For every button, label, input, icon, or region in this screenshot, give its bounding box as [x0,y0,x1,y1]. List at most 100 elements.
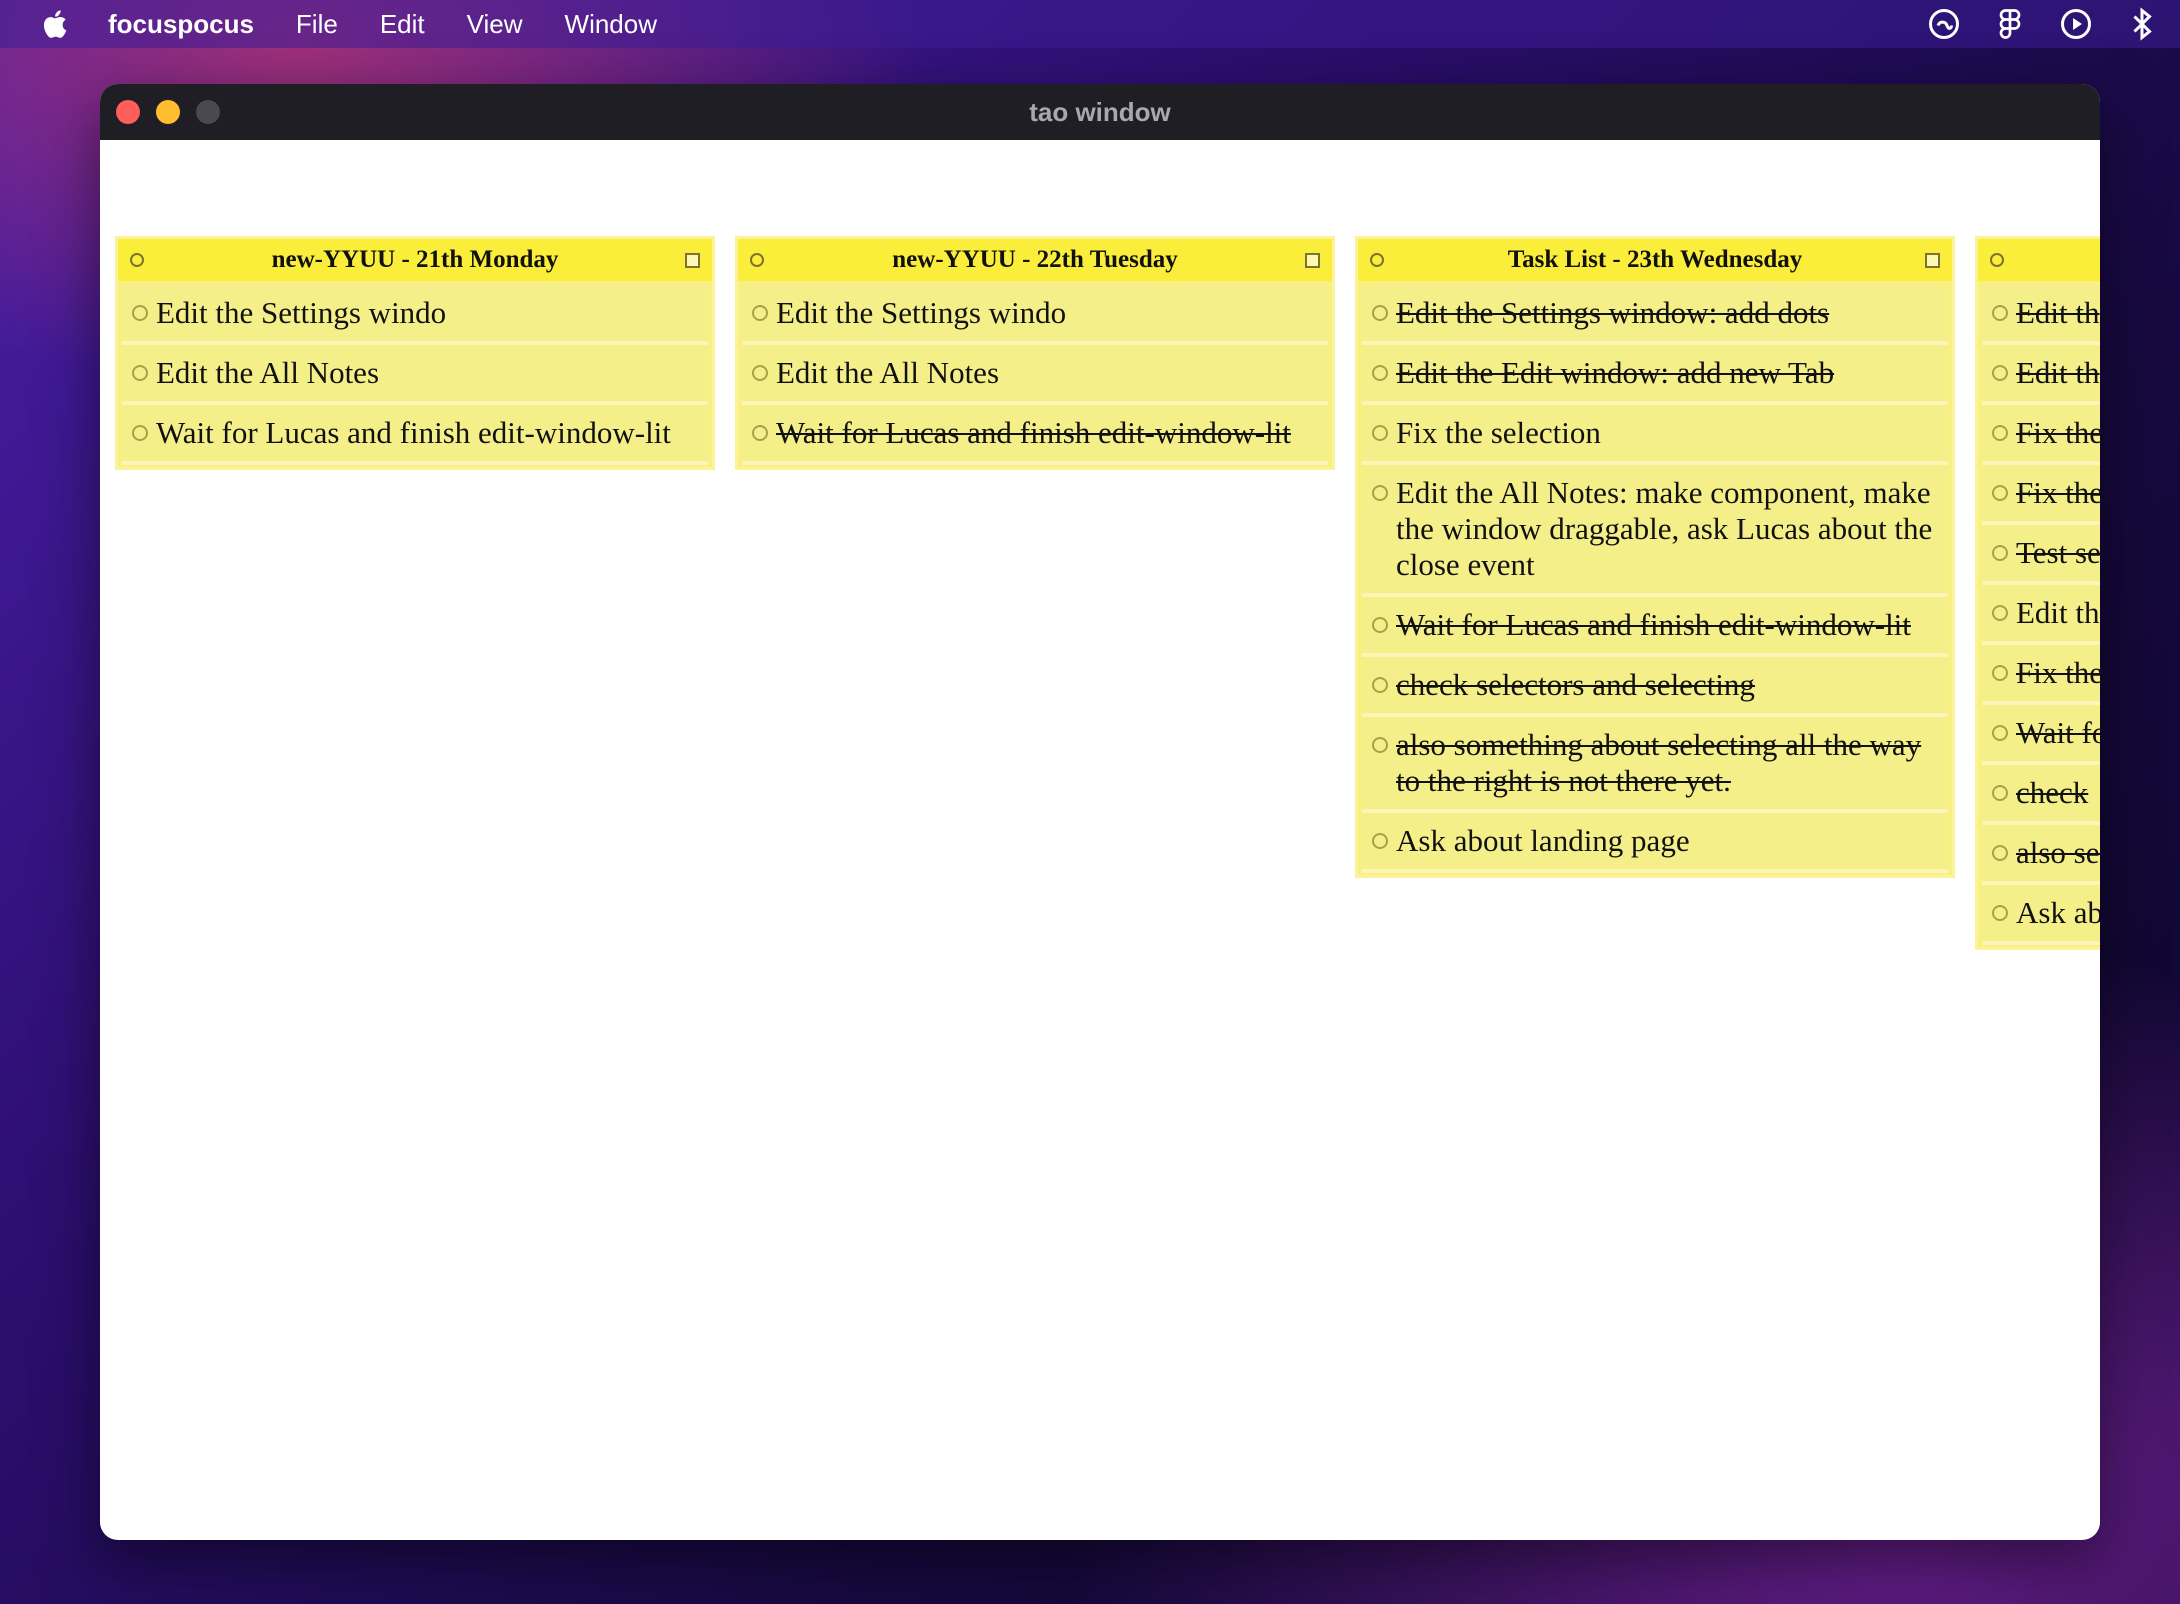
menu-bar: focuspocus File Edit View Window [0,0,2180,48]
task-circle-icon[interactable] [1992,425,2008,441]
status-icons [1926,6,2160,42]
task-item[interactable]: Edit th [1982,285,2100,345]
task-circle-icon[interactable] [1992,785,2008,801]
list-header: new-YYUU - 21th Monday [118,239,712,281]
task-item[interactable]: check selectors and selecting [1362,657,1948,717]
task-circle-icon[interactable] [1372,617,1388,633]
task-circle-icon[interactable] [1992,665,2008,681]
play-icon[interactable] [2058,6,2094,42]
task-circle-icon[interactable] [1992,305,2008,321]
list-title[interactable]: new-YYUU - 22th Tuesday [892,246,1177,274]
task-text: also something about selecting all the w… [1396,727,1922,798]
task-item[interactable]: Edit the All Notes [742,345,1328,405]
task-circle-icon[interactable] [132,305,148,321]
list-circle-icon[interactable] [750,253,764,267]
task-circle-icon[interactable] [1372,365,1388,381]
creative-cloud-icon[interactable] [1926,6,1962,42]
task-item[interactable]: Edit the Settings window: add dots [1362,285,1948,345]
task-item[interactable]: Fix the selection [1362,405,1948,465]
task-item[interactable]: also se to the [1982,825,2100,885]
task-circle-icon[interactable] [752,365,768,381]
task-text: Fix the selection [1396,415,1601,450]
task-text: Edit the Settings window: add dots [1396,295,1830,330]
task-circle-icon[interactable] [752,425,768,441]
task-circle-icon[interactable] [1992,485,2008,501]
task-item[interactable]: Edit the Edit window: add new Tab [1362,345,1948,405]
list-circle-icon[interactable] [130,253,144,267]
task-circle-icon[interactable] [1372,677,1388,693]
task-circle-icon[interactable] [132,365,148,381]
apple-icon[interactable] [38,6,74,42]
task-list: new-YYUU - 22th Tuesday Edit the Settings… [735,236,1335,470]
task-circle-icon[interactable] [752,305,768,321]
task-circle-icon[interactable] [1992,605,2008,621]
list-title[interactable]: new-YYUU - 21th Monday [272,246,559,274]
task-item[interactable]: Wait for Lucas and finish edit-window-li… [1362,597,1948,657]
task-text: Wait fo [2016,715,2100,750]
task-item[interactable]: Wait for Lucas and finish edit-window-li… [122,405,708,465]
list-checkbox-icon[interactable] [1925,253,1940,268]
task-circle-icon[interactable] [1992,365,2008,381]
task-circle-icon[interactable] [132,425,148,441]
list-header: new-YYUU - 22th Tuesday [738,239,1332,281]
task-item[interactable]: Fix the [1982,405,2100,465]
task-circle-icon[interactable] [1372,305,1388,321]
task-item[interactable]: Fix the one is [1982,465,2100,525]
task-item[interactable]: Fix the ‘ the ta [1982,645,2100,705]
task-item[interactable]: Test se [1982,525,2100,585]
task-text: Ask ab [2016,895,2100,930]
title-bar[interactable]: tao window [100,84,2100,140]
task-text: Wait for Lucas and finish edit-window-li… [156,415,671,450]
task-items: Edit the Settings windo Edit the All Note… [118,281,712,467]
app-menu[interactable]: focuspocus [108,9,254,40]
task-circle-icon[interactable] [1992,845,2008,861]
task-text: Fix the [2016,415,2100,450]
task-text: Ask about landing page [1396,823,1690,858]
task-text: Edit the All Notes: make component, make… [1396,475,1933,582]
list-title[interactable]: Task List - 23th Wednesday [1508,246,1803,274]
task-item[interactable]: also something about selecting all the w… [1362,717,1948,813]
task-circle-icon[interactable] [1372,485,1388,501]
task-item[interactable]: Edit the Settings windo [122,285,708,345]
task-text: also se to the [2016,835,2100,870]
figma-icon[interactable] [1992,6,2028,42]
task-circle-icon[interactable] [1992,725,2008,741]
bluetooth-icon[interactable] [2124,6,2160,42]
task-circle-icon[interactable] [1372,737,1388,753]
list-checkbox-icon[interactable] [685,253,700,268]
task-circle-icon[interactable] [1372,425,1388,441]
task-item[interactable]: Ask about landing page [1362,813,1948,873]
task-circle-icon[interactable] [1372,833,1388,849]
menu-file[interactable]: File [296,9,338,40]
minimize-button[interactable] [156,100,180,124]
close-button[interactable] [116,100,140,124]
zoom-button[interactable] [196,100,220,124]
list-header [1978,239,2100,281]
task-text: Edit the All Notes [156,355,380,390]
task-text: Wait for Lucas and finish edit-window-li… [776,415,1291,450]
task-text: Edit th make t about [2016,595,2100,630]
menu-edit[interactable]: Edit [380,9,425,40]
task-item[interactable]: Edit th make t about [1982,585,2100,645]
task-text: Edit the Settings windo [776,295,1067,330]
list-circle-icon[interactable] [1990,253,2004,267]
task-circle-icon[interactable] [1992,905,2008,921]
task-circle-icon[interactable] [1992,545,2008,561]
traffic-lights [116,100,220,124]
task-item[interactable]: Wait for Lucas and finish edit-window-li… [742,405,1328,465]
list-circle-icon[interactable] [1370,253,1384,267]
menu-window[interactable]: Window [565,9,657,40]
task-text: Wait for Lucas and finish edit-window-li… [1396,607,1911,642]
task-item[interactable]: Edit th [1982,345,2100,405]
task-item[interactable]: Edit the Settings windo [742,285,1328,345]
task-list: Edit th Edit th Fix the Fix the one is Test … [1975,236,2100,950]
task-item[interactable]: Edit the All Notes [122,345,708,405]
task-item[interactable]: Ask ab [1982,885,2100,945]
task-text: check [2016,775,2089,810]
task-item[interactable]: check [1982,765,2100,825]
task-item[interactable]: Edit the All Notes: make component, make… [1362,465,1948,597]
task-item[interactable]: Wait fo [1982,705,2100,765]
list-checkbox-icon[interactable] [1305,253,1320,268]
menu-view[interactable]: View [467,9,523,40]
task-board: new-YYUU - 21th Monday Edit the Settings … [100,140,2100,1540]
